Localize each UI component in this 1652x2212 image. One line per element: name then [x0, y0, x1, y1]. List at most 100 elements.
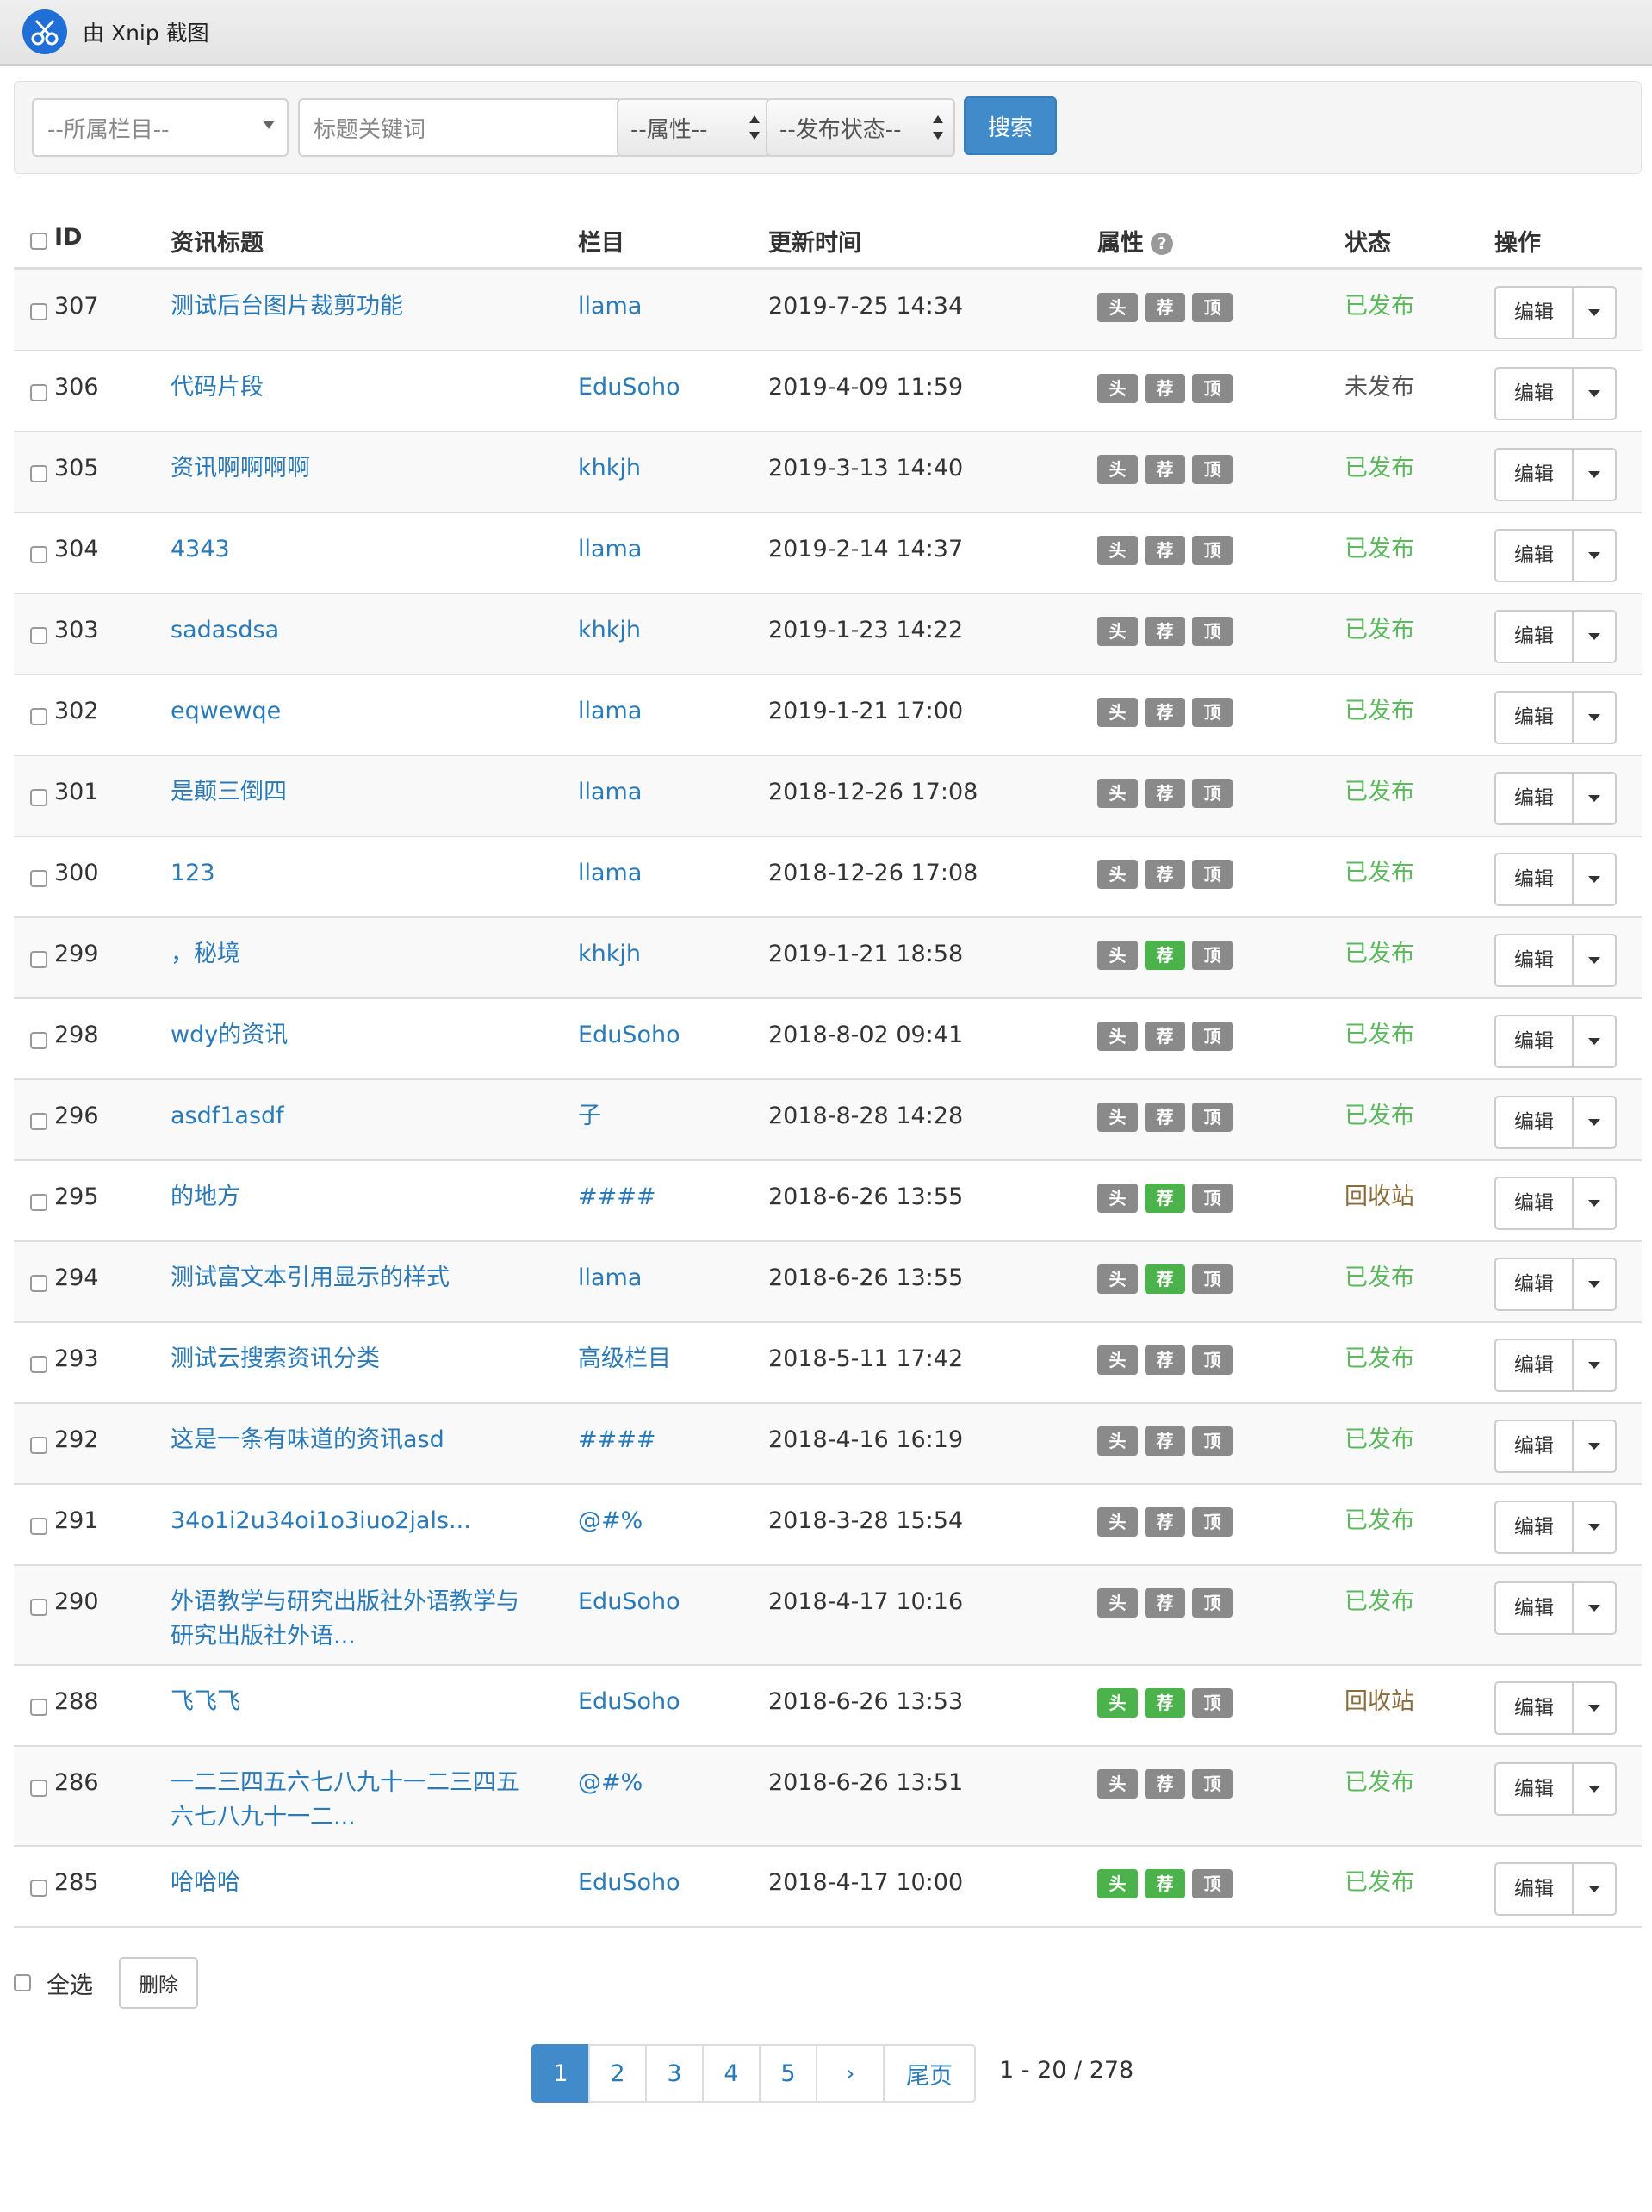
attr-badge[interactable]: 荐	[1145, 1507, 1185, 1537]
edit-button[interactable]: 编辑	[1494, 772, 1574, 825]
attr-badge[interactable]: 顶	[1192, 1426, 1233, 1456]
attr-badge[interactable]: 荐	[1145, 1869, 1185, 1898]
attr-badge[interactable]: 头	[1097, 779, 1138, 808]
select-all-header-checkbox[interactable]	[30, 233, 47, 250]
row-checkbox[interactable]	[30, 1599, 47, 1616]
row-title-link[interactable]: 4343	[171, 532, 541, 567]
row-title-link[interactable]: 的地方	[171, 1180, 541, 1215]
row-category-link[interactable]: 子	[578, 1099, 601, 1134]
attr-badge[interactable]: 顶	[1192, 293, 1233, 322]
edit-button[interactable]: 编辑	[1494, 1096, 1574, 1149]
edit-button[interactable]: 编辑	[1494, 1581, 1574, 1635]
row-title-link[interactable]: sadasdsa	[171, 613, 541, 648]
row-checkbox[interactable]	[30, 303, 47, 320]
row-category-link[interactable]: 高级栏目	[578, 1342, 671, 1376]
attr-badge[interactable]: 顶	[1192, 1022, 1233, 1051]
next-page-button[interactable]: ›	[816, 2044, 885, 2103]
attr-badge[interactable]: 荐	[1145, 1588, 1185, 1618]
edit-button[interactable]: 编辑	[1494, 367, 1574, 420]
attr-badge[interactable]: 荐	[1145, 455, 1185, 484]
attr-badge[interactable]: 荐	[1145, 860, 1185, 889]
select-all-checkbox[interactable]	[14, 1974, 31, 1991]
keyword-input[interactable]: 标题关键词	[298, 98, 623, 157]
attr-badge[interactable]: 荐	[1145, 1022, 1185, 1051]
header-updated[interactable]: 更新时间	[768, 224, 861, 258]
page-2-button[interactable]: 2	[588, 2044, 647, 2103]
row-checkbox[interactable]	[30, 1780, 47, 1797]
help-icon[interactable]: ?	[1151, 233, 1173, 255]
status-select[interactable]: --发布状态--	[766, 98, 955, 157]
row-category-link[interactable]: llama	[578, 694, 642, 729]
actions-dropdown-button[interactable]	[1574, 934, 1617, 987]
row-title-link[interactable]: 哈哈哈	[171, 1866, 541, 1900]
attr-badge[interactable]: 头	[1097, 455, 1138, 484]
page-5-button[interactable]: 5	[759, 2044, 817, 2103]
row-category-link[interactable]: khkjh	[578, 937, 641, 972]
actions-dropdown-button[interactable]	[1574, 1762, 1617, 1816]
attr-badge[interactable]: 头	[1097, 617, 1138, 646]
row-checkbox[interactable]	[30, 1518, 47, 1535]
row-category-link[interactable]: EduSoho	[578, 370, 680, 405]
attr-badge[interactable]: 荐	[1145, 374, 1185, 403]
actions-dropdown-button[interactable]	[1574, 1681, 1617, 1735]
row-title-link[interactable]: ，秘境	[171, 937, 541, 972]
edit-button[interactable]: 编辑	[1494, 1258, 1574, 1311]
last-page-button[interactable]: 尾页	[883, 2044, 976, 2103]
actions-dropdown-button[interactable]	[1574, 772, 1617, 825]
row-checkbox[interactable]	[30, 546, 47, 563]
attr-badge[interactable]: 荐	[1145, 536, 1185, 565]
actions-dropdown-button[interactable]	[1574, 367, 1617, 420]
attr-badge[interactable]: 顶	[1192, 698, 1233, 727]
attr-badge[interactable]: 顶	[1192, 374, 1233, 403]
row-category-link[interactable]: llama	[578, 289, 642, 324]
row-category-link[interactable]: @#%	[578, 1504, 643, 1538]
row-title-link[interactable]: wdy的资讯	[171, 1018, 541, 1053]
row-title-link[interactable]: asdf1asdf	[171, 1099, 541, 1134]
page-1-button[interactable]: 1	[531, 2044, 590, 2103]
row-title-link[interactable]: 资讯啊啊啊啊	[171, 451, 541, 486]
row-title-link[interactable]: 34o1i2u34oi1o3iuo2jals...	[171, 1504, 541, 1538]
attr-badge[interactable]: 顶	[1192, 1869, 1233, 1898]
attr-badge[interactable]: 头	[1097, 1426, 1138, 1456]
attr-badge[interactable]: 顶	[1192, 455, 1233, 484]
edit-button[interactable]: 编辑	[1494, 691, 1574, 744]
attr-badge[interactable]: 头	[1097, 1345, 1138, 1375]
row-category-link[interactable]: khkjh	[578, 451, 641, 486]
actions-dropdown-button[interactable]	[1574, 853, 1617, 906]
delete-button[interactable]: 删除	[119, 1957, 198, 2009]
attr-badge[interactable]: 头	[1097, 536, 1138, 565]
attr-badge[interactable]: 顶	[1192, 779, 1233, 808]
row-category-link[interactable]: ####	[578, 1180, 656, 1215]
attr-badge[interactable]: 头	[1097, 1022, 1138, 1051]
attr-badge[interactable]: 荐	[1145, 1103, 1185, 1132]
edit-button[interactable]: 编辑	[1494, 1339, 1574, 1392]
actions-dropdown-button[interactable]	[1574, 1581, 1617, 1635]
row-title-link[interactable]: 是颠三倒四	[171, 775, 541, 810]
row-title-link[interactable]: 一二三四五六七八九十一二三四五六七八九十一二...	[171, 1766, 541, 1835]
attr-badge[interactable]: 顶	[1192, 617, 1233, 646]
attr-badge[interactable]: 顶	[1192, 941, 1233, 970]
edit-button[interactable]: 编辑	[1494, 1762, 1574, 1816]
actions-dropdown-button[interactable]	[1574, 1339, 1617, 1392]
actions-dropdown-button[interactable]	[1574, 448, 1617, 501]
row-checkbox[interactable]	[30, 1356, 47, 1373]
row-title-link[interactable]: 外语教学与研究出版社外语教学与研究出版社外语...	[171, 1585, 541, 1654]
row-category-link[interactable]: llama	[578, 775, 642, 810]
row-checkbox[interactable]	[30, 1699, 47, 1716]
row-title-link[interactable]: 测试后台图片裁剪功能	[171, 289, 541, 324]
attr-badge[interactable]: 荐	[1145, 1264, 1185, 1294]
attr-badge[interactable]: 顶	[1192, 1688, 1233, 1718]
attr-badge[interactable]: 顶	[1192, 1264, 1233, 1294]
row-category-link[interactable]: llama	[578, 532, 642, 567]
row-checkbox[interactable]	[30, 1437, 47, 1454]
edit-button[interactable]: 编辑	[1494, 448, 1574, 501]
row-category-link[interactable]: EduSoho	[578, 1018, 680, 1053]
row-category-link[interactable]: llama	[578, 1261, 642, 1296]
row-title-link[interactable]: 代码片段	[171, 370, 541, 405]
page-4-button[interactable]: 4	[702, 2044, 761, 2103]
edit-button[interactable]: 编辑	[1494, 529, 1574, 582]
actions-dropdown-button[interactable]	[1574, 1015, 1617, 1068]
attr-badge[interactable]: 头	[1097, 1184, 1138, 1213]
attr-badge[interactable]: 头	[1097, 1588, 1138, 1618]
attribute-select[interactable]: --属性--	[617, 98, 772, 157]
